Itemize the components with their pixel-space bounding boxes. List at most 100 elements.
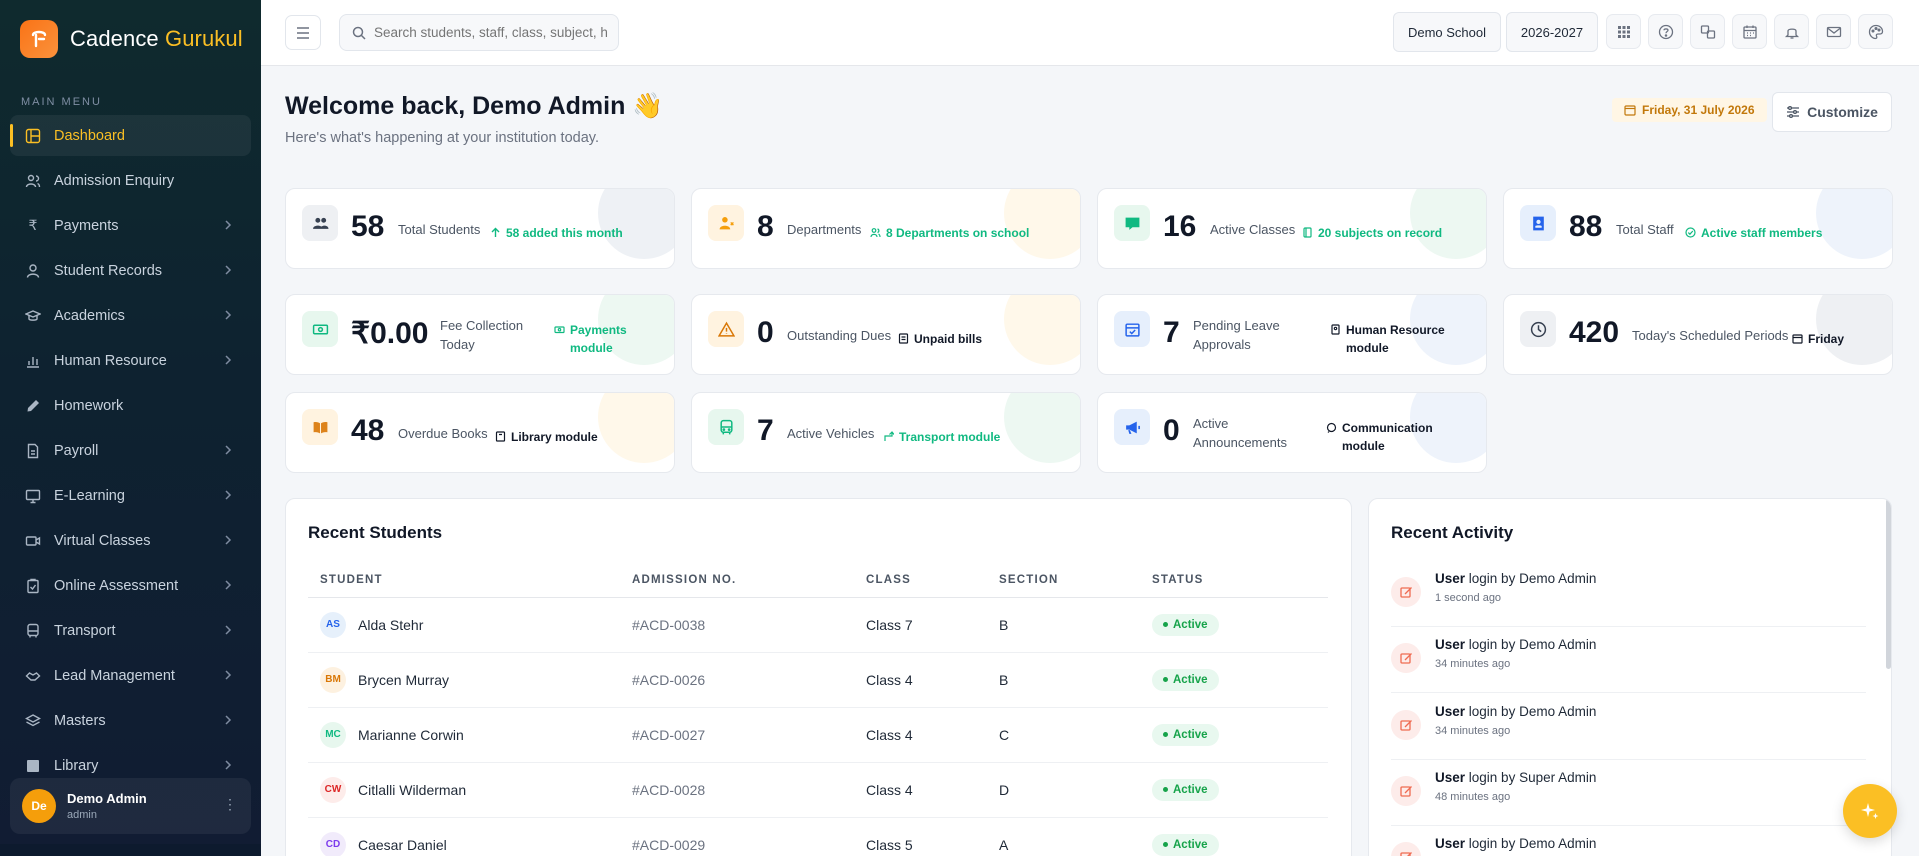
column-header-status[interactable]: STATUS [1152,563,1328,598]
stat-card-scheduled-periods[interactable]: 420 Today's Scheduled Periods Friday [1503,294,1893,375]
help-button[interactable] [1648,14,1683,49]
avatar: BM [320,666,346,693]
chevron-right-icon [225,355,232,365]
user-card[interactable]: De Demo Admin admin ⋮ [10,778,251,834]
messages-button[interactable] [1816,14,1851,49]
sidebar-item-admission-enquiry[interactable]: Admission Enquiry [10,160,251,201]
stat-card-active-announcements[interactable]: 0 Active Announcements Communication mod… [1097,392,1487,473]
sidebar-item-label: Payments [54,217,119,234]
sidebar-item-homework[interactable]: Homework [10,385,251,426]
school-selector[interactable]: Demo School [1393,12,1501,52]
activity-item[interactable]: User login by Demo Admin 1 second ago [1391,561,1866,627]
translate-button[interactable] [1690,14,1725,49]
column-header-admission[interactable]: ADMISSION NO. [632,563,866,598]
stat-card-total-students[interactable]: 58 Total Students 58 added this month [285,188,675,269]
stat-card-fee-collection[interactable]: ₹0.00 Fee Collection Today Payments modu… [285,294,675,375]
table-row[interactable]: AS Alda Stehr #ACD-0038 Class 7 B Active [308,597,1328,653]
activity-item[interactable]: User login by Super Admin 48 minutes ago [1391,760,1866,826]
search-box[interactable] [339,14,619,51]
sidebar-item-transport[interactable]: Transport [10,610,251,651]
section-cell: D [999,762,1152,818]
calendar-check-icon [1114,311,1150,347]
chevron-right-icon [225,220,232,230]
student-name: Citlalli Wilderman [358,781,467,798]
mail-icon [1826,26,1841,37]
chevron-right-icon [225,760,232,770]
column-header-class[interactable]: CLASS [866,563,999,598]
theme-button[interactable] [1858,14,1893,49]
brand[interactable]: Cadence Gurukul [0,0,261,78]
stat-card-total-staff[interactable]: 88 Total Staff Active staff members [1503,188,1893,269]
section-cell: B [999,652,1152,708]
stat-value: 8 [757,210,774,243]
money-icon [554,326,565,334]
stat-card-active-classes[interactable]: 16 Active Classes 20 subjects on record [1097,188,1487,269]
table-row[interactable]: CD Caesar Daniel #ACD-0029 Class 5 A Acti… [308,817,1328,856]
column-header-student[interactable]: STUDENT [308,563,632,598]
sidebar-item-label: Homework [54,397,124,414]
sidebar-item-student-records[interactable]: Student Records [10,250,251,291]
sidebar-item-dashboard[interactable]: Dashboard [10,115,251,156]
student-icon [24,262,42,280]
sidebar-item-academics[interactable]: Academics [10,295,251,336]
sidebar-item-payroll[interactable]: Payroll [10,430,251,471]
chevron-right-icon [225,490,232,500]
menu-heading: MAIN MENU [21,96,102,108]
menu-toggle-button[interactable] [285,15,321,50]
apps-button[interactable] [1606,14,1641,49]
monitor-icon [24,487,42,505]
stat-value: 88 [1569,210,1603,243]
calendar-icon [1742,25,1757,39]
column-header-section[interactable]: SECTION [999,563,1152,598]
stat-card-departments[interactable]: 8 Departments 8 Departments on school [691,188,1081,269]
money-icon [302,311,338,347]
academic-year-selector[interactable]: 2026-2027 [1506,12,1598,52]
stat-card-overdue-books[interactable]: 48 Overdue Books Library module [285,392,675,473]
stat-card-active-vehicles[interactable]: 7 Active Vehicles Transport module [691,392,1081,473]
activity-time: 1 second ago [1435,592,1502,604]
stat-label: Today's Scheduled Periods [1632,328,1789,343]
stat-label: Pending Leave Approvals [1193,318,1280,352]
avatar: CD [320,831,346,856]
book-icon [24,757,42,775]
sidebar-item-online-assessment[interactable]: Online Assessment [10,565,251,606]
ai-assistant-button[interactable] [1843,784,1897,838]
customize-button[interactable]: Customize [1772,92,1892,132]
sidebar-item-lead-management[interactable]: Lead Management [10,655,251,696]
table-row[interactable]: BM Brycen Murray #ACD-0026 Class 4 B Acti… [308,652,1328,708]
brand-name-main: Cadence [70,26,159,51]
user-tie-icon [708,205,744,241]
stat-note: Communication module [1326,419,1446,455]
activity-item[interactable]: User login by Demo Admin 34 minutes ago [1391,694,1866,760]
status-badge: Active [1152,833,1219,856]
notifications-button[interactable] [1774,14,1809,49]
activity-scrollbar[interactable] [1886,499,1891,669]
more-vertical-icon[interactable]: ⋮ [223,796,237,813]
sidebar-item-label: Academics [54,307,125,324]
activity-text: User login by Demo Admin [1435,704,1597,719]
activity-item[interactable]: User login by Demo Admin [1391,826,1866,856]
activity-item[interactable]: User login by Demo Admin 34 minutes ago [1391,627,1866,693]
stat-label: Fee Collection Today [440,318,524,352]
table-row[interactable]: MC Marianne Corwin #ACD-0027 Class 4 C Ac… [308,707,1328,763]
sidebar-item-virtual-classes[interactable]: Virtual Classes [10,520,251,561]
bar-chart-icon [24,352,42,370]
route-icon [884,431,894,441]
stat-label: Active Announcements [1193,416,1287,450]
sidebar-item-payments[interactable]: ₹ Payments [10,205,251,246]
stat-value: ₹0.00 [351,317,429,350]
activity-text: User login by Demo Admin [1435,836,1597,851]
chevron-right-icon [225,535,232,545]
search-input[interactable] [374,25,614,40]
stat-card-outstanding-dues[interactable]: 0 Outstanding Dues Unpaid bills [691,294,1081,375]
sidebar-item-human-resource[interactable]: Human Resource [10,340,251,381]
calendar-icon [1792,334,1803,344]
sidebar-item-e-learning[interactable]: E-Learning [10,475,251,516]
stat-card-pending-leave[interactable]: 7 Pending Leave Approvals Human Resource… [1097,294,1487,375]
sidebar-item-masters[interactable]: Masters [10,700,251,741]
calendar-button[interactable] [1732,14,1767,49]
brand-name-accent: Gurukul [164,26,243,51]
document-icon [24,442,42,460]
warning-icon [708,311,744,347]
table-row[interactable]: CW Citlalli Wilderman #ACD-0028 Class 4 D… [308,762,1328,818]
